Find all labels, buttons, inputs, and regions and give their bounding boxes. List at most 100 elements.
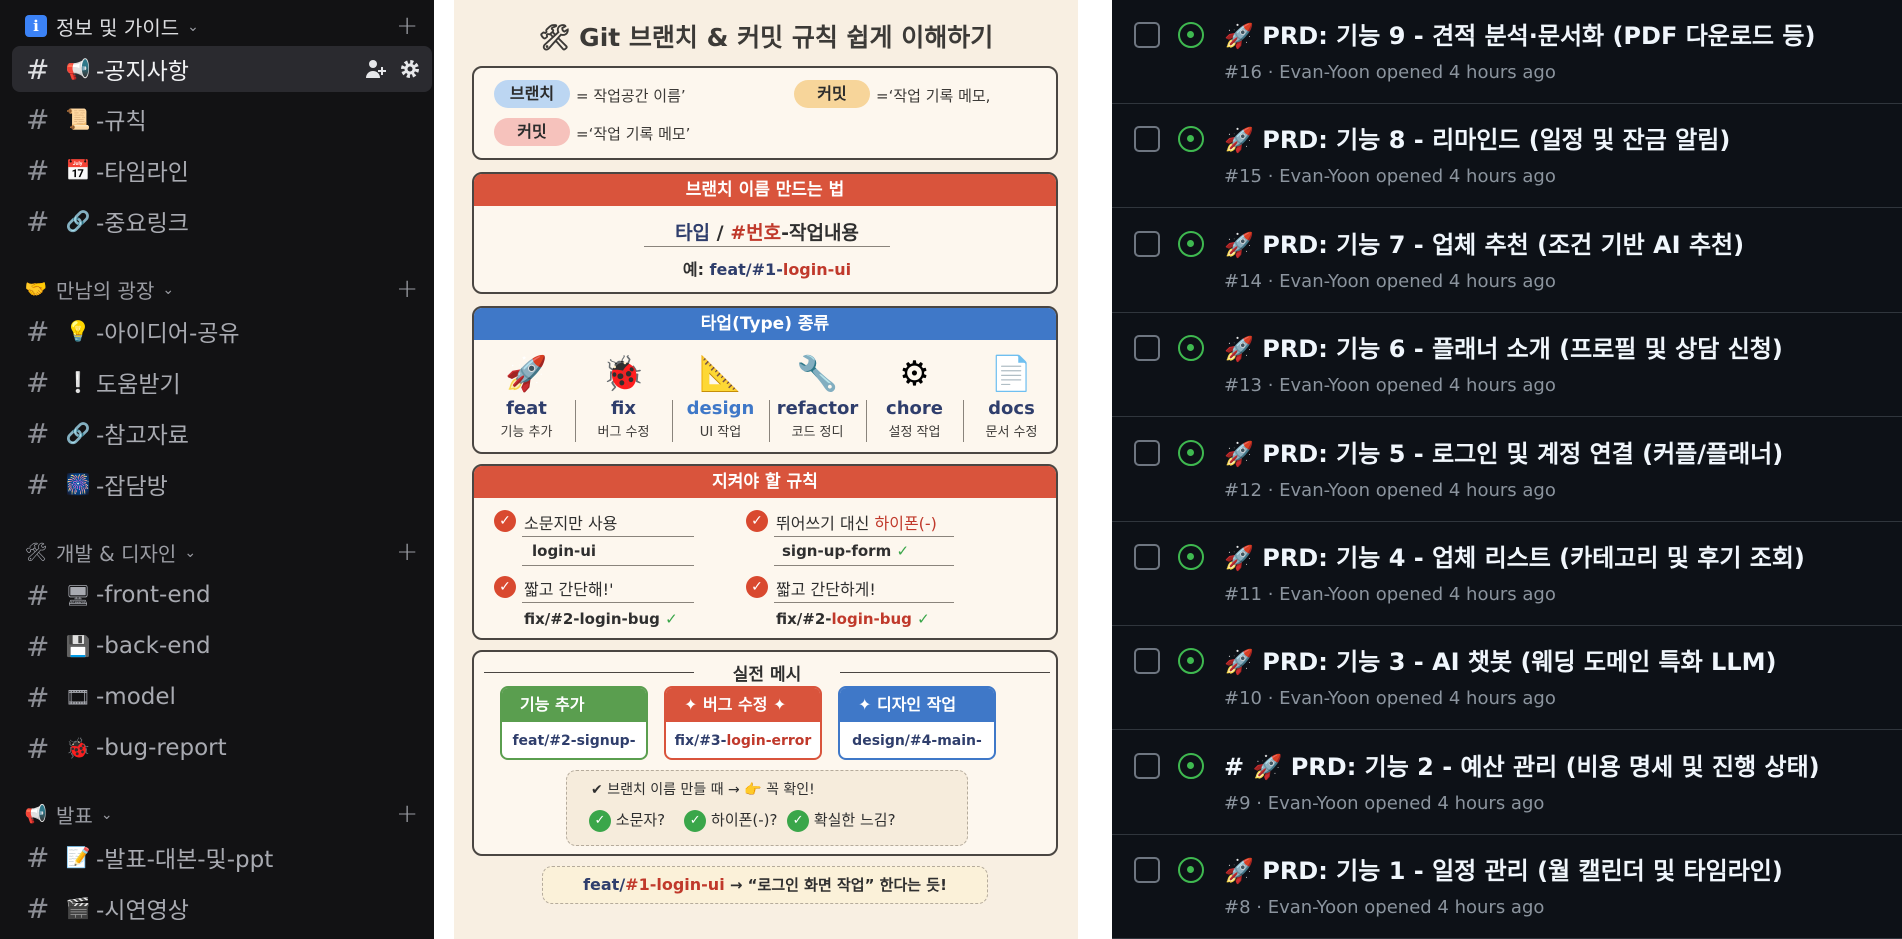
example-card-code: feat/#2-signup-api: [512, 733, 636, 749]
channel-label: -front-end: [96, 582, 211, 608]
issue-open-icon: [1178, 857, 1204, 884]
issue-title-link[interactable]: 🚀 PRD: 기능 8 - 리마인드 (일정 및 잔금 알림): [1224, 120, 1730, 155]
issue-row[interactable]: 🚀 PRD: 기능 7 - 업체 추천 (조건 기반 AI 추천) #14 · E…: [1112, 209, 1902, 313]
footer-code-b: #1-login-ui: [625, 875, 725, 894]
hash-icon: #: [26, 102, 50, 136]
issue-checkbox[interactable]: [1134, 752, 1160, 779]
issue-meta: #16 · Evan-Yoon opened 4 hours ago: [1224, 62, 1556, 83]
issue-row[interactable]: # 🚀 PRD: 기능 2 - 예산 관리 (비용 명세 및 진행 상태) #9 …: [1112, 731, 1902, 835]
channel-timeline[interactable]: # 📅 -타임라인: [12, 147, 434, 193]
channel-rules[interactable]: # 📜 -규칙: [12, 96, 434, 142]
channel-front-end[interactable]: # 🖥 -front-end: [12, 572, 434, 618]
category-info-guide[interactable]: ℹ 정보 및 가이드 ⌄ +: [24, 9, 420, 43]
channel-references[interactable]: # 🔗 -참고자료: [12, 410, 434, 456]
channel-label: -model: [96, 684, 176, 710]
legend-box: 브랜치 = 작업공간 이름’ 커밋 =‘작업 기록 메모, 커밋 =‘작업 기록…: [472, 66, 1058, 160]
github-issue-list: 🚀 PRD: 기능 9 - 견적 분석·문서화 (PDF 다운로드 등) #16 …: [1112, 0, 1902, 939]
commit-definition: =‘작업 기록 메모,: [876, 87, 991, 105]
issue-checkbox[interactable]: [1134, 439, 1160, 466]
infographic-title: 🛠 Git 브랜치 & 커밋 규칙 쉽게 이해하기: [538, 23, 994, 52]
type-desc: 설정 작업: [888, 425, 941, 440]
channel-label: -잡담방: [96, 474, 168, 500]
add-channel-button[interactable]: +: [396, 11, 418, 41]
issue-open-icon: [1178, 544, 1204, 570]
divider: [774, 536, 954, 537]
issue-row[interactable]: 🚀 PRD: 기능 3 - AI 챗봇 (웨딩 도메인 특화 LLM) #10 ·…: [1112, 626, 1902, 731]
rule-2-highlight: 하이폰(-): [874, 514, 937, 533]
issue-checkbox[interactable]: [1134, 648, 1160, 675]
gear-icon[interactable]: [398, 57, 422, 81]
issue-title-link[interactable]: 🚀 PRD: 기능 9 - 견적 분석·문서화 (PDF 다운로드 등): [1224, 16, 1815, 51]
category-meeting-plaza[interactable]: 🤝 만남의 광장 ⌄ +: [24, 272, 420, 306]
type-name: chore: [886, 398, 943, 419]
category-label: 만남의 광장: [56, 278, 155, 303]
issue-title-text: 🚀 PRD: 기능 2 - 예산 관리 (비용 명세 및 진행 상태): [1252, 752, 1820, 781]
gear-icon: ⚙: [899, 354, 930, 394]
issue-title-link[interactable]: 🚀 PRD: 기능 4 - 업체 리스트 (카테고리 및 후기 조회): [1224, 538, 1805, 573]
issue-title-link[interactable]: 🚀 PRD: 기능 7 - 업체 추천 (조건 기반 AI 추천): [1224, 225, 1744, 260]
divider: [644, 246, 890, 247]
issue-checkbox[interactable]: [1134, 126, 1160, 153]
footer-example: feat/#1-login-ui → “로그인 화면 작업” 한다는 듯!: [542, 866, 988, 904]
channel-model[interactable]: # 🎞 -model: [12, 674, 434, 720]
rule-1: 소문지만 사용: [524, 514, 618, 533]
issue-row[interactable]: 🚀 PRD: 기능 9 - 견적 분석·문서화 (PDF 다운로드 등) #16 …: [1112, 0, 1902, 104]
category-presentation[interactable]: 📢 발표 ⌄ +: [24, 797, 420, 831]
issue-title-link[interactable]: 🚀 PRD: 기능 1 - 일정 관리 (월 캘린더 및 타임라인): [1224, 851, 1783, 886]
issue-title-link[interactable]: 🚀 PRD: 기능 3 - AI 챗봇 (웨딩 도메인 특화 LLM): [1224, 642, 1776, 677]
issue-row[interactable]: 🚀 PRD: 기능 8 - 리마인드 (일정 및 잔금 알림) #15 · Eva…: [1112, 104, 1902, 209]
link-icon: 🔗: [65, 209, 91, 233]
channel-demo-video[interactable]: # 🎬 -시연영상: [12, 885, 434, 931]
bug-icon: 🐞: [602, 354, 645, 394]
floppy-disk-icon: 💾: [65, 634, 91, 658]
pattern-type: 타입: [675, 222, 711, 244]
issue-title-text: 🚀 PRD: 기능 6 - 플래너 소개 (프로필 및 상담 신청): [1224, 335, 1783, 364]
naming-example: 예: feat/#1-login-ui: [474, 256, 1056, 280]
tip-check-3: 확실한 느김?: [813, 811, 896, 829]
channel-bug-report[interactable]: # 🐞 -bug-report: [12, 725, 434, 771]
type-design: 📐 design UI 작업: [672, 350, 769, 440]
issue-title-link[interactable]: # 🚀 PRD: 기능 2 - 예산 관리 (비용 명세 및 진행 상태): [1224, 747, 1820, 782]
type-refactor: 🔧 refactor 코드 정디: [769, 350, 866, 440]
add-channel-button[interactable]: +: [396, 537, 418, 567]
issue-checkbox[interactable]: [1134, 335, 1160, 362]
issue-checkbox[interactable]: [1134, 544, 1160, 570]
channel-idea-share[interactable]: # 💡 -아이디어-공유: [12, 308, 434, 354]
issue-checkbox[interactable]: [1134, 230, 1160, 257]
chevron-down-icon: ⌄: [162, 282, 175, 298]
issue-row[interactable]: 🚀 PRD: 기능 6 - 플래너 소개 (프로필 및 상담 신청) #13 · …: [1112, 313, 1902, 418]
category-dev-design[interactable]: 🛠 개발 & 디자인 ⌄ +: [24, 535, 420, 569]
issue-title-link[interactable]: 🚀 PRD: 기능 5 - 로그인 및 계정 연결 (커플/플래너): [1224, 434, 1783, 469]
channel-announcements[interactable]: # 📢 -공지사항: [12, 46, 432, 92]
check-icon: ✓: [746, 510, 768, 532]
channel-presentation-script[interactable]: # 📝 -발표-대본-및-ppt: [12, 834, 434, 880]
divider: [522, 565, 694, 566]
issue-checkbox[interactable]: [1134, 22, 1160, 48]
issue-title-link[interactable]: 🚀 PRD: 기능 6 - 플래너 소개 (프로필 및 상담 신청): [1224, 329, 1783, 364]
category-label: 개발 & 디자인: [56, 541, 177, 566]
tip-line: ✔ 브랜치 이름 만들 때 → 👉 꼭 확인!: [591, 779, 815, 799]
rule-3-code: fix/#2-login-bug ✓: [524, 610, 678, 628]
issue-checkbox[interactable]: [1134, 857, 1160, 884]
channel-back-end[interactable]: # 💾 -back-end: [12, 623, 434, 669]
channel-important-links[interactable]: # 🔗 -중요링크: [12, 198, 434, 244]
example-prefix: 예:: [682, 260, 710, 279]
channel-chat-room[interactable]: # 🎆 -잡담방: [12, 461, 434, 507]
issue-row[interactable]: 🚀 PRD: 기능 4 - 업체 리스트 (카테고리 및 후기 조회) #11 ·…: [1112, 522, 1902, 626]
add-member-icon[interactable]: [364, 57, 388, 81]
rules-header: 지켜야 할 규칙: [474, 466, 1056, 498]
add-channel-button[interactable]: +: [396, 274, 418, 304]
rule-4-code-a: fix/#2-: [776, 610, 832, 628]
handshake-icon: 🤝: [24, 278, 48, 300]
exclamation-icon: ❕: [65, 370, 91, 394]
calendar-icon: 📅: [65, 158, 91, 182]
add-channel-button[interactable]: +: [396, 799, 418, 829]
channel-get-help[interactable]: # ❕ 도움받기: [12, 359, 434, 405]
issue-title-text: 🚀 PRD: 기능 4 - 업체 리스트 (카테고리 및 후기 조회): [1224, 544, 1805, 572]
issue-row[interactable]: 🚀 PRD: 기능 1 - 일정 관리 (월 캘린더 및 타임라인) #8 · E…: [1112, 835, 1902, 939]
channel-tools: [364, 57, 422, 81]
branch-naming-box: 브랜치 이름 만드는 법 타입 / #번호-작업내용 예: feat/#1-lo…: [472, 172, 1058, 294]
channel-label: -참고자료: [96, 423, 189, 449]
issue-row[interactable]: 🚀 PRD: 기능 5 - 로그인 및 계정 연결 (커플/플래너) #12 · …: [1112, 418, 1902, 522]
type-fix: 🐞 fix 버그 수정: [575, 350, 672, 440]
